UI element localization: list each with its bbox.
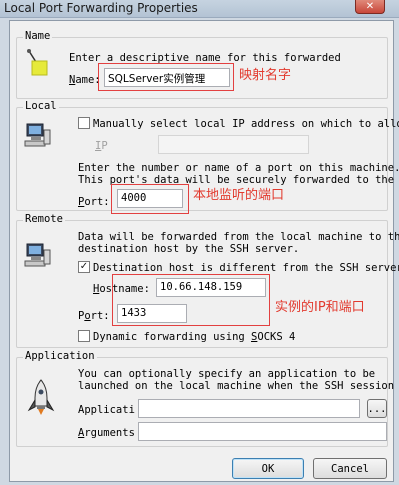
window-title: Local Port Forwarding Properties	[4, 1, 198, 15]
remote-port-label: Port:	[78, 310, 110, 322]
ip-label: IP	[95, 140, 108, 152]
remote-annotation: 实例的IP和端口	[275, 300, 365, 315]
arguments-label: Arguments	[78, 427, 135, 439]
arguments-input[interactable]	[138, 422, 387, 441]
application-group: Application You can optionally specify a…	[16, 350, 394, 447]
cancel-button[interactable]: Cancel	[313, 458, 387, 479]
dynamic-forwarding-label: Dynamic forwarding using SOCKS 4	[93, 331, 296, 343]
destination-host-label: Destination host is different from the S…	[93, 262, 399, 274]
application-description-line2: launched on the local machine when the S…	[78, 380, 395, 392]
application-input[interactable]	[138, 399, 360, 418]
remote-group: Remote Data will be forwarded from the l…	[16, 213, 399, 348]
ok-button[interactable]: OK	[232, 458, 304, 479]
application-description-line1: You can optionally specify an applicatio…	[78, 368, 376, 380]
application-group-legend: Application	[23, 350, 97, 362]
remote-description-line1: Data will be forwarded from the local ma…	[78, 231, 399, 243]
name-label: Name:	[69, 74, 101, 86]
local-port-annotation: 本地监听的端口	[193, 188, 285, 203]
local-port-highlight-box	[111, 184, 189, 214]
remote-highlight-box	[112, 274, 270, 326]
local-group-legend: Local	[23, 100, 59, 112]
local-group: Local Manually select local IP address o…	[16, 100, 399, 214]
local-port-label: Port:	[78, 196, 110, 208]
browse-button[interactable]: ...	[367, 399, 387, 418]
ip-address-field[interactable]	[158, 135, 309, 154]
application-label: Applicati	[78, 404, 135, 416]
name-group: Name Enter a descriptive name for this f…	[16, 30, 388, 99]
name-highlight-box	[98, 63, 234, 91]
manual-ip-checkbox[interactable]	[78, 117, 90, 129]
dynamic-forwarding-checkbox[interactable]	[78, 330, 90, 342]
destination-host-checkbox[interactable]: ✓	[78, 261, 90, 273]
computer-icon	[24, 122, 52, 153]
local-description-line1: Enter the number or name of a port on th…	[78, 162, 399, 174]
title-bar: Local Port Forwarding Properties ✕	[0, 0, 399, 18]
remote-computer-icon	[24, 242, 52, 273]
manual-ip-label: Manually select local IP address on whic…	[93, 118, 399, 130]
rocket-icon	[27, 378, 55, 419]
name-annotation: 映射名字	[239, 68, 292, 83]
name-group-legend: Name	[23, 30, 53, 42]
dialog-body: Name Enter a descriptive name for this f…	[9, 20, 399, 482]
close-icon: ✕	[365, 1, 375, 12]
name-tag-icon	[24, 48, 50, 81]
checkmark-icon: ✓	[79, 261, 89, 272]
close-button[interactable]: ✕	[355, 0, 385, 14]
remote-group-legend: Remote	[23, 213, 65, 225]
remote-description-line2: destination host by the SSH server.	[78, 243, 300, 255]
